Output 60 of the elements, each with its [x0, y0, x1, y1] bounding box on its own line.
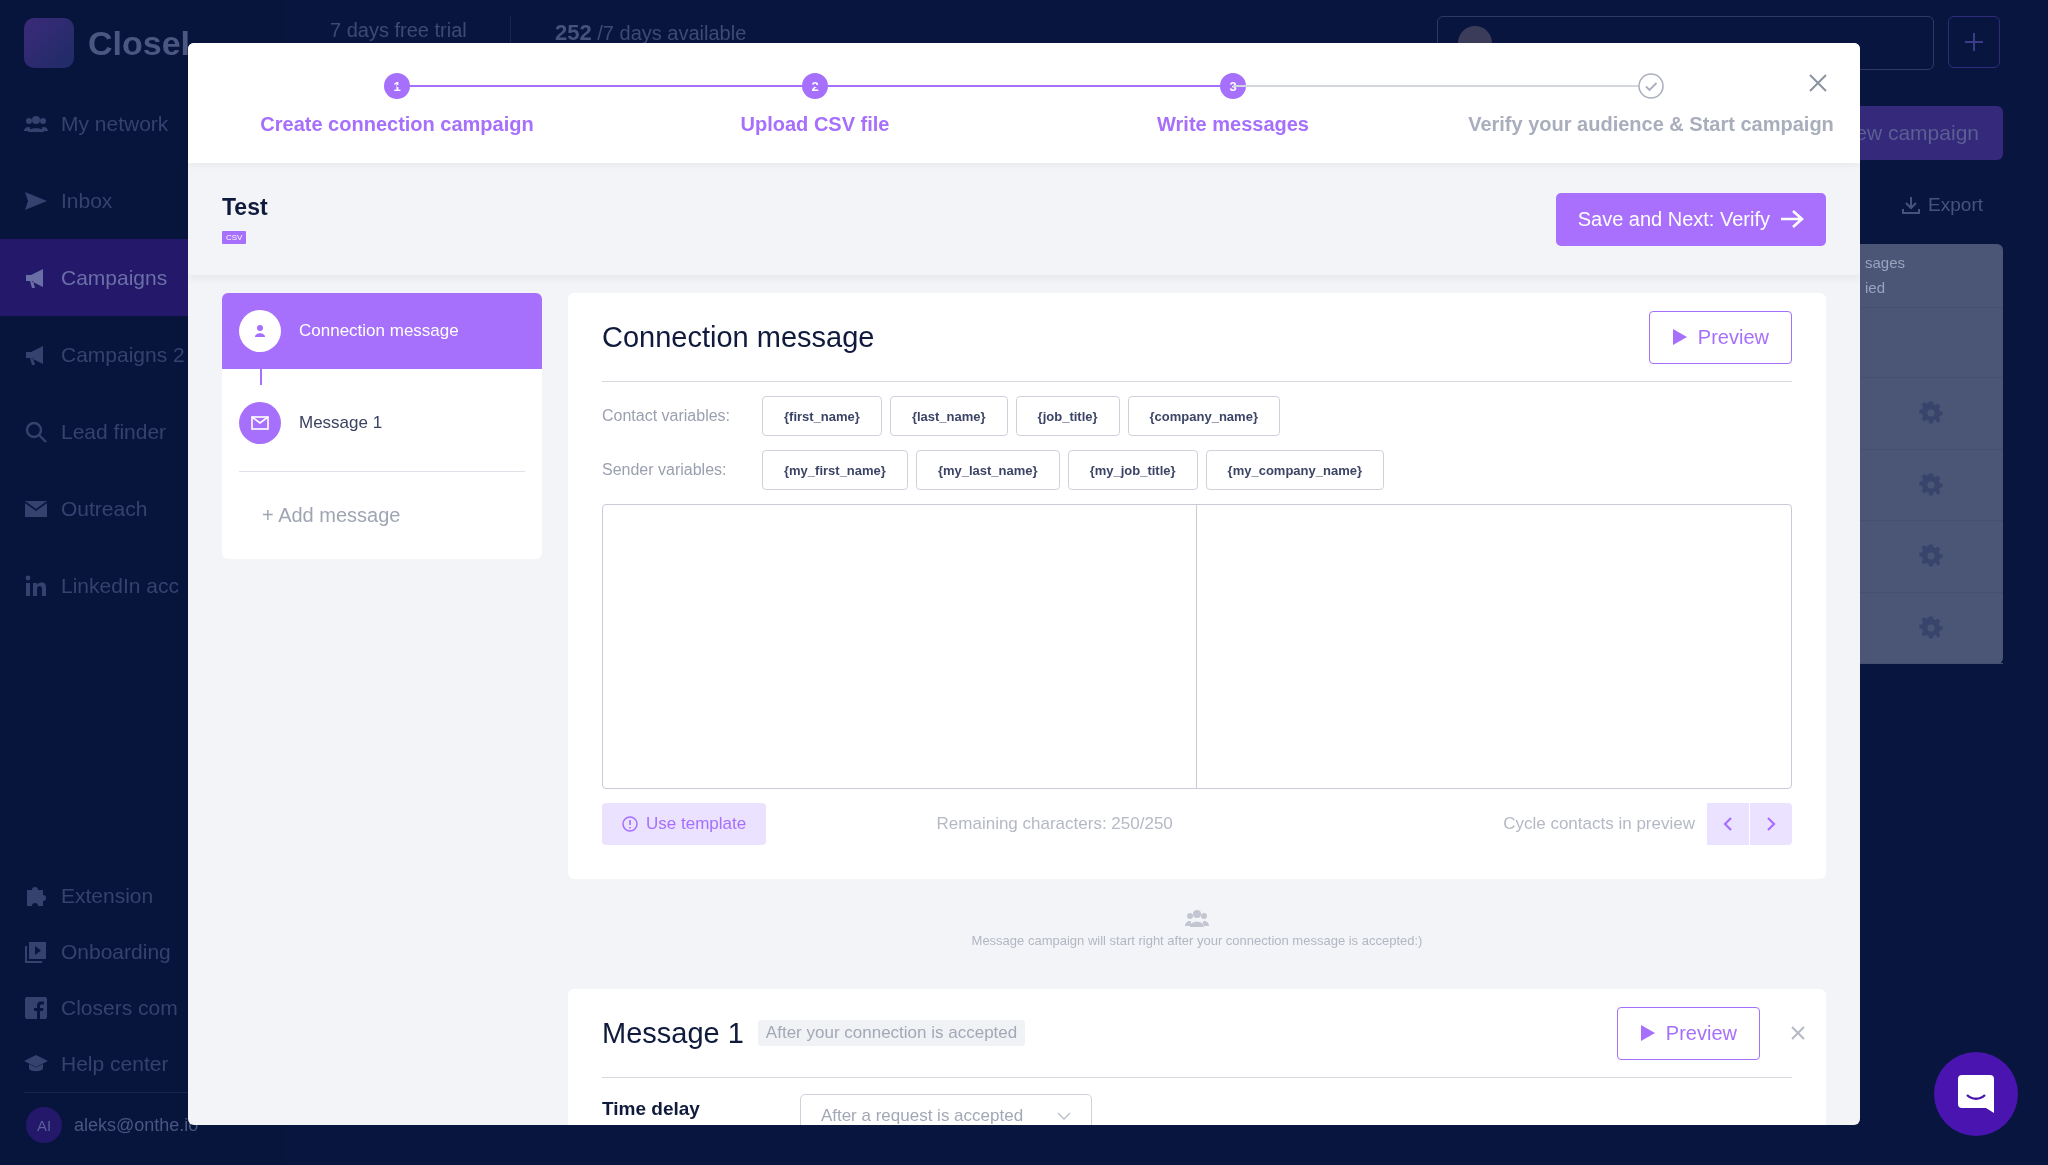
close-icon[interactable] [1790, 1025, 1806, 1041]
user-email: aleks@onthe.io [74, 1114, 199, 1136]
use-template-button[interactable]: Use template [602, 803, 767, 845]
add-message-link[interactable]: + Add message [222, 472, 542, 559]
variable-chip[interactable]: {job_title} [1015, 396, 1120, 436]
step-label: Create connection campaign [260, 113, 534, 136]
variable-chip[interactable]: {my_first_name} [762, 450, 908, 490]
column-header: ied [1865, 279, 1887, 296]
envelope-icon [239, 402, 281, 444]
time-delay-dropdown[interactable]: After a request is accepted [799, 1094, 1092, 1125]
card-title: Connection message [602, 320, 875, 354]
user-avatar[interactable]: AI [26, 1107, 62, 1143]
next-button[interactable] [1750, 803, 1792, 845]
step-label: Upload CSV file [740, 113, 890, 136]
play-icon [1671, 328, 1688, 346]
preview-button[interactable]: Preview [1616, 1006, 1760, 1060]
preview-button[interactable]: Preview [1648, 310, 1792, 364]
facebook-icon [24, 996, 48, 1020]
person-icon [239, 310, 281, 352]
play-icon [1639, 1024, 1656, 1042]
variable-chip[interactable]: {my_job_title} [1067, 450, 1198, 490]
cycle-contacts-label: Cycle contacts in preview [1503, 814, 1695, 834]
campaign-name: Test [222, 194, 268, 221]
variable-chip[interactable]: {company_name} [1127, 396, 1280, 436]
remaining-characters: Remaining characters: 250/250 [935, 814, 1174, 834]
add-icon[interactable] [1948, 16, 2000, 68]
group-icon [1185, 909, 1209, 927]
column-header: sages [1865, 254, 1907, 271]
arrow-right-icon [1780, 209, 1804, 229]
step-label: Write messages [1157, 113, 1309, 136]
chevron-right-icon [1766, 816, 1776, 832]
variable-chip[interactable]: {my_last_name} [915, 450, 1060, 490]
message-list-item[interactable]: Connection message [222, 293, 542, 369]
chat-icon [1956, 1073, 1996, 1115]
linkedin-icon [24, 573, 48, 598]
variables-label: Contact variables: [602, 407, 732, 425]
message-condition-tag: After your connection is accepted [757, 1020, 1026, 1046]
video-icon [24, 940, 48, 964]
campaign-note: Message campaign will start right after your connection message is accepted:) [971, 933, 1423, 948]
close-icon[interactable] [1808, 73, 1828, 93]
search-icon [24, 419, 48, 444]
variables-label: Sender variables: [602, 461, 728, 479]
logo-text: Closel [88, 23, 191, 63]
info-icon [622, 816, 638, 832]
file-type-badge: CSV [222, 231, 247, 244]
message-field[interactable] [602, 504, 1792, 789]
variable-chip[interactable]: {first_name} [762, 396, 882, 436]
download-icon [1902, 196, 1921, 214]
variable-chip[interactable]: {last_name} [889, 396, 1008, 436]
variable-chip[interactable]: {my_company_name} [1205, 450, 1384, 490]
export-button[interactable]: Export [1902, 190, 1983, 220]
message-list-item[interactable]: Message 1 [222, 385, 542, 461]
logo-icon [24, 18, 74, 68]
chevron-down-icon [1056, 1111, 1071, 1121]
chevron-left-icon [1723, 816, 1733, 832]
time-delay-label: Time delay [602, 1097, 700, 1120]
save-next-button[interactable]: Save and Next: Verify [1555, 192, 1826, 246]
puzzle-icon [24, 884, 48, 908]
previous-button[interactable] [1707, 803, 1749, 845]
card-title: Message 1 [602, 1016, 744, 1050]
